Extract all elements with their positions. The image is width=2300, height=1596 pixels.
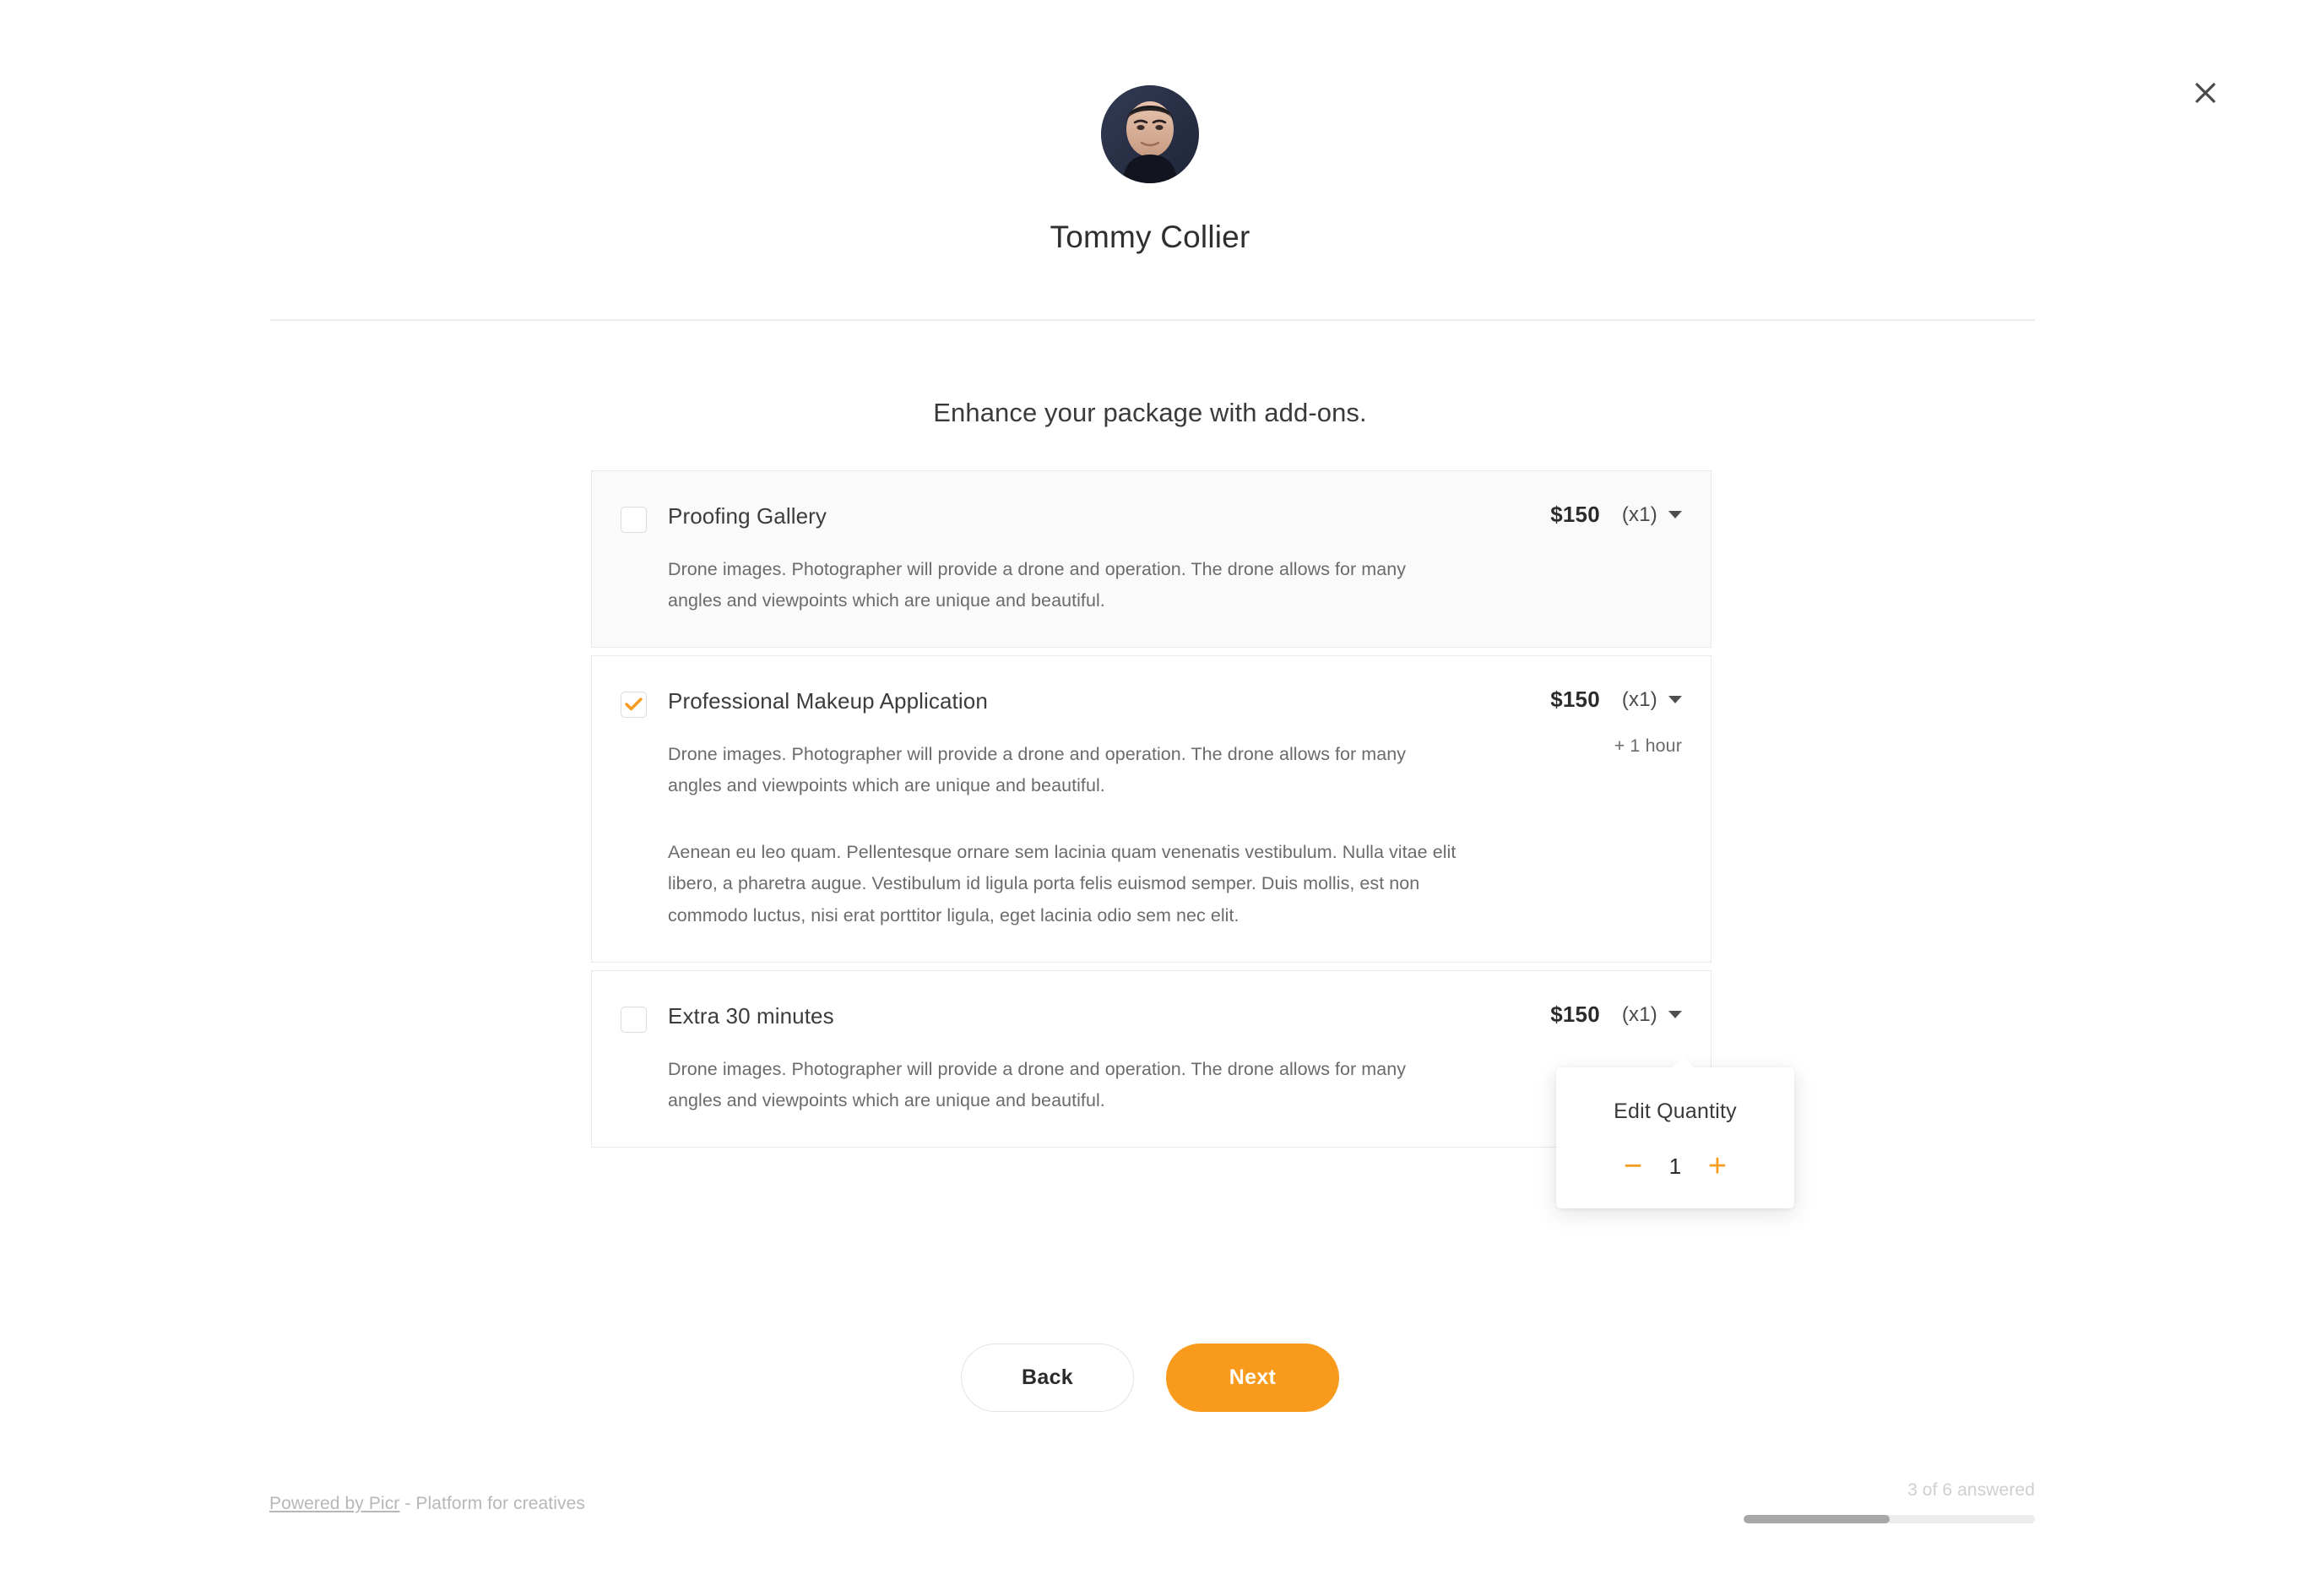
profile-header: Tommy Collier xyxy=(0,0,2300,256)
addons-step-page: Tommy Collier Enhance your package with … xyxy=(0,0,2300,1596)
addon-price-row: $150 (x1) xyxy=(1467,1002,1682,1028)
addon-price: $150 xyxy=(1550,502,1600,527)
progress-fill xyxy=(1744,1515,1890,1523)
addon-price-row: $150 (x1) xyxy=(1467,502,1682,528)
addon-description: Drone images. Photographer will provide … xyxy=(668,1058,1407,1111)
addon-title: Proofing Gallery xyxy=(668,503,827,529)
back-button[interactable]: Back xyxy=(961,1344,1134,1412)
addon-pricing: $150 (x1) xyxy=(1467,995,1682,1028)
progress-label: 3 of 6 answered xyxy=(1907,1480,2035,1500)
powered-by-footer: Powered by Picr - Platform for creatives xyxy=(269,1494,585,1514)
addon-card[interactable]: Extra 30 minutes Drone images. Photograp… xyxy=(591,970,1711,1148)
chevron-down-icon xyxy=(1668,1011,1682,1019)
addon-card[interactable]: Proofing Gallery Drone images. Photograp… xyxy=(591,470,1711,649)
addon-checkbox[interactable] xyxy=(621,692,647,719)
addon-quantity-label: (x1) xyxy=(1621,1002,1657,1026)
step-navigation: Back Next xyxy=(0,1344,2300,1412)
powered-by-suffix: - Platform for creatives xyxy=(399,1494,585,1513)
page-title: Tommy Collier xyxy=(1050,220,1250,254)
addon-description: Drone images. Photographer will provide … xyxy=(668,558,1407,611)
addon-description-extra: Aenean eu leo quam. Pellentesque ornare … xyxy=(668,841,1456,926)
edit-quantity-title: Edit Quantity xyxy=(1614,1099,1737,1123)
addon-checkbox[interactable] xyxy=(621,507,647,533)
addon-description: Drone images. Photographer will provide … xyxy=(668,744,1407,796)
chevron-down-icon xyxy=(1668,696,1682,704)
addon-body: Professional Makeup Application Drone im… xyxy=(668,680,1467,931)
edit-quantity-popover: Edit Quantity − 1 + xyxy=(1556,1067,1794,1208)
addon-quantity-label: (x1) xyxy=(1621,502,1657,526)
addon-quantity-dropdown[interactable]: (x1) xyxy=(1622,688,1682,712)
addon-quantity-dropdown[interactable]: (x1) xyxy=(1622,503,1682,527)
next-button[interactable]: Next xyxy=(1166,1344,1339,1412)
progress-track xyxy=(1744,1515,2035,1523)
quantity-increment-button[interactable]: + xyxy=(1699,1148,1736,1185)
header-divider xyxy=(270,319,2035,321)
addon-price-row: $150 (x1) xyxy=(1467,687,1682,713)
addon-quantity-dropdown[interactable]: (x1) xyxy=(1622,1003,1682,1027)
addon-checkbox[interactable] xyxy=(621,1007,647,1034)
addon-title: Professional Makeup Application xyxy=(668,688,988,714)
addon-price: $150 xyxy=(1550,687,1600,713)
addon-price: $150 xyxy=(1550,1002,1600,1028)
addon-pricing: $150 (x1) xyxy=(1467,495,1682,528)
section-heading: Enhance your package with add-ons. xyxy=(933,398,1367,427)
chevron-down-icon xyxy=(1668,511,1682,518)
addon-pricing: $150 (x1) + 1 hour xyxy=(1467,680,1682,757)
addon-duration: + 1 hour xyxy=(1614,736,1682,757)
check-icon xyxy=(625,698,643,712)
addon-card[interactable]: Professional Makeup Application Drone im… xyxy=(591,655,1711,964)
quantity-value: 1 xyxy=(1668,1153,1682,1179)
powered-by-link[interactable]: Powered by Picr xyxy=(269,1494,399,1513)
addon-body: Proofing Gallery Drone images. Photograp… xyxy=(668,495,1467,616)
quantity-stepper: − 1 + xyxy=(1556,1148,1794,1185)
addon-title: Extra 30 minutes xyxy=(668,1003,834,1029)
avatar xyxy=(1101,85,1199,183)
progress-indicator: 3 of 6 answered xyxy=(1744,1480,2035,1523)
quantity-decrement-button[interactable]: − xyxy=(1614,1148,1652,1185)
addon-list: Proofing Gallery Drone images. Photograp… xyxy=(591,470,1711,1148)
addon-body: Extra 30 minutes Drone images. Photograp… xyxy=(668,995,1467,1116)
addon-quantity-label: (x1) xyxy=(1621,687,1657,711)
